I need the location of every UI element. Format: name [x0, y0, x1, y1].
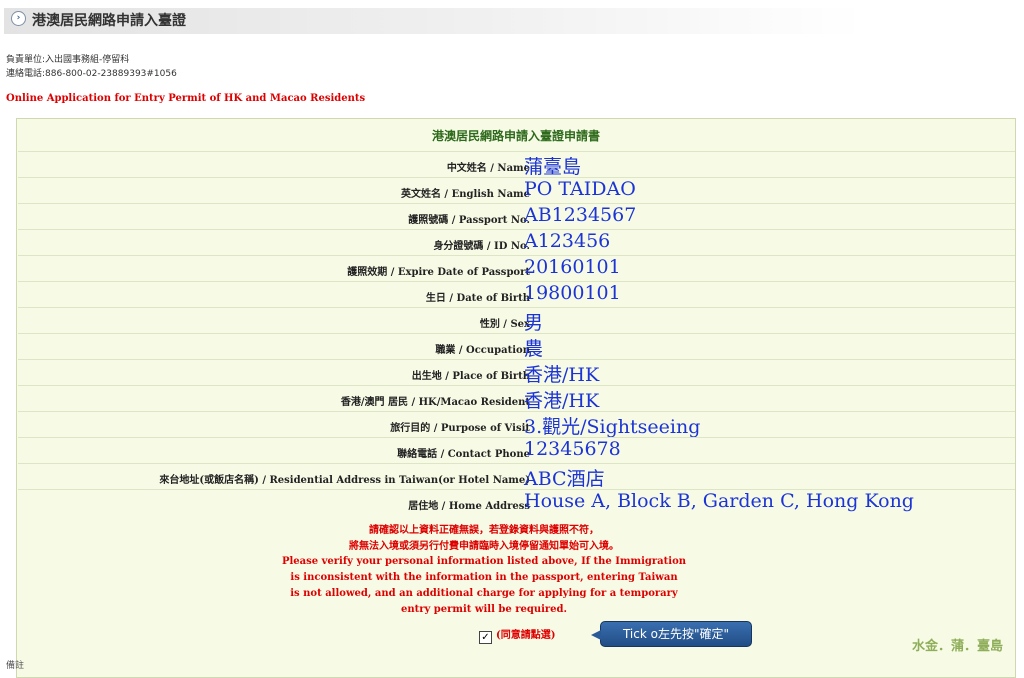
application-form: 港澳居民網路申請入臺證申請書 中文姓名 / Name 蒲臺島 英文姓名 / Engl… [16, 118, 1016, 678]
field-value: House A, Block B, Garden C, Hong Kong [524, 490, 914, 512]
watermark: 水金．蒲．臺島 [912, 639, 1004, 654]
form-row: 身分證號碼 / ID No. A123456 [18, 229, 1015, 256]
field-value: 20160101 [524, 256, 621, 278]
field-label: 英文姓名 / English Name [400, 189, 530, 200]
field-value: 香港/HK [524, 390, 600, 412]
agree-checkbox[interactable]: ✓ [479, 631, 492, 644]
field-label: 性別 / Sex [479, 319, 530, 330]
field-value: 農 [524, 338, 544, 360]
field-label: 香港/澳門 居民 / HK/Macao Resident [340, 397, 530, 408]
verification-warning: 請確認以上資料正確無誤，若登錄資料與護照不符， 將無法入境或須另行付費申請臨時入… [17, 523, 951, 617]
field-label: 居住地 / Home Address [408, 501, 530, 512]
field-label: 護照號碼 / Passport No. [408, 215, 530, 226]
form-row: 性別 / Sex 男 [18, 307, 1015, 334]
field-label: 中文姓名 / Name [446, 163, 530, 174]
field-value: 12345678 [524, 438, 621, 460]
instruction-callout: Tick o左先按"確定" [591, 621, 752, 647]
form-row: 旅行目的 / Purpose of Visit 3.觀光/Sightseeing [18, 411, 1015, 438]
field-value: 香港/HK [524, 364, 600, 386]
remarks-label: 備註 [6, 661, 25, 671]
field-label: 出生地 / Place of Birth [411, 371, 530, 382]
form-row: 聯絡電話 / Contact Phone 12345678 [18, 437, 1015, 464]
form-row: 中文姓名 / Name 蒲臺島 [18, 151, 1015, 178]
form-row: 英文姓名 / English Name PO TAIDAO [18, 177, 1015, 204]
field-value: ABC酒店 [524, 468, 605, 490]
field-value: 蒲臺島 [524, 156, 582, 178]
form-row: 護照號碼 / Passport No. AB1234567 [18, 203, 1015, 230]
warning-line: is not allowed, and an additional charge… [290, 587, 678, 599]
form-row: 生日 / Date of Birth 19800101 [18, 281, 1015, 308]
form-row: 護照效期 / Expire Date of Passport 20160101 [18, 255, 1015, 282]
form-row: 香港/澳門 居民 / HK/Macao Resident 香港/HK [18, 385, 1015, 412]
field-value: AB1234567 [524, 204, 637, 226]
form-row: 職業 / Occupation 農 [18, 333, 1015, 360]
field-value: 3.觀光/Sightseeing [524, 416, 701, 438]
field-label: 職業 / Occupation [435, 345, 530, 356]
warning-line: Please verify your personal information … [281, 556, 687, 568]
chevron-circle-icon: › [11, 11, 26, 26]
application-notice: Online Application for Entry Permit of H… [6, 93, 366, 104]
field-label: 生日 / Date of Birth [425, 293, 530, 304]
form-row: 居住地 / Home Address House A, Block B, Gard… [18, 489, 1015, 516]
agree-control[interactable]: ✓ (同意請點選) [479, 626, 555, 644]
field-label: 來台地址(或飯店名稱) / Residential Address in Tai… [159, 475, 530, 486]
responsible-unit: 負責單位:入出國事務組-停留科 [6, 55, 130, 65]
field-label: 護照效期 / Expire Date of Passport [347, 267, 530, 278]
warning-line: is inconsistent with the information in … [290, 572, 678, 584]
callout-arrow [591, 630, 601, 640]
field-label: 旅行目的 / Purpose of Visit [390, 423, 530, 434]
page-title: 港澳居民網路申請入臺證 [32, 13, 186, 29]
form-title: 港澳居民網路申請入臺證申請書 [431, 129, 600, 143]
callout-text: Tick o左先按"確定" [622, 627, 730, 641]
field-value: A123456 [524, 230, 611, 252]
page-header: › 港澳居民網路申請入臺證 [0, 0, 1024, 40]
warning-line: 請確認以上資料正確無誤，若登錄資料與護照不符， [369, 525, 599, 536]
field-value: 男 [524, 312, 544, 334]
field-label: 身分證號碼 / ID No. [433, 241, 530, 252]
form-row: 出生地 / Place of Birth 香港/HK [18, 359, 1015, 386]
form-row: 來台地址(或飯店名稱) / Residential Address in Tai… [18, 463, 1015, 490]
field-value: 19800101 [524, 282, 621, 304]
field-label: 聯絡電話 / Contact Phone [397, 449, 530, 460]
warning-line: entry permit will be required. [400, 603, 568, 615]
agree-label: (同意請點選) [496, 630, 556, 641]
contact-phone: 連絡電話:886-800-02-23889393#1056 [6, 69, 177, 79]
field-value: PO TAIDAO [524, 178, 636, 200]
warning-line: 將無法入境或須另行付費申請臨時入境停留通知單始可入境。 [349, 540, 619, 552]
